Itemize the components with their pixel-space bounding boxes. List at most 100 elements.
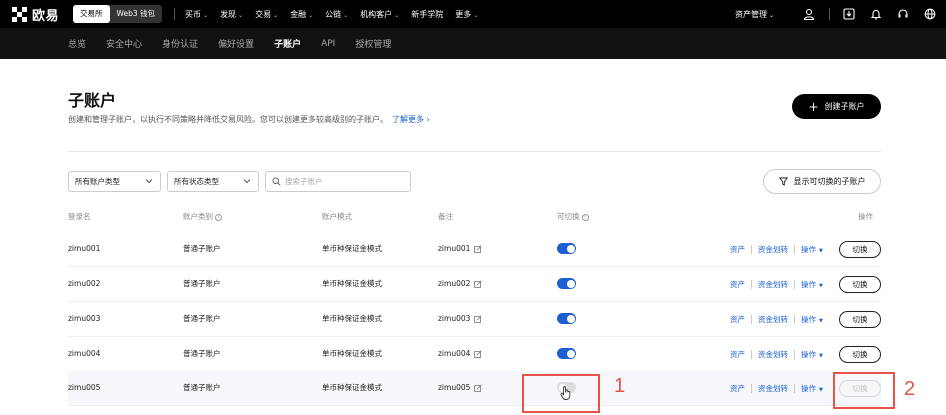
menu-chain[interactable]: 公链 ⌄ (325, 9, 348, 20)
switchable-toggle[interactable] (557, 278, 576, 289)
caret-down-icon: ▼ (819, 317, 823, 324)
mode-exchange[interactable]: 交易所 (73, 5, 110, 23)
switch-account-button[interactable]: 切换 (839, 241, 881, 258)
switch-account-button[interactable]: 切换 (839, 311, 881, 328)
create-button-label: 创建子账户 (824, 102, 865, 111)
account-category: 普通子账户 (183, 349, 221, 358)
table-row: zimu001 普通子账户 单币种保证金模式 zimu001 资产 资金划转 操作 ▼ 切换 (68, 232, 881, 267)
bell-icon[interactable] (868, 6, 884, 22)
mode-switch: 交易所 Web3 钱包 (73, 5, 163, 23)
download-icon[interactable] (841, 6, 857, 22)
operations-menu[interactable]: 操作 ▼ (801, 244, 823, 255)
divider (794, 314, 795, 324)
assets-link[interactable]: 资产 (730, 314, 745, 325)
header-category-label: 账户类别 (183, 212, 213, 221)
divider (751, 279, 752, 289)
chevron-down-icon: ⌄ (394, 11, 400, 19)
login-name: zimu001 (68, 244, 101, 253)
assets-link[interactable]: 资产 (730, 349, 745, 360)
switchable-toggle[interactable] (557, 348, 576, 359)
main-menu: 买币 ⌄ 发现 ⌄ 交易 ⌄ 金融 ⌄ 公链 ⌄ 机构客户 ⌄ 新手学院 更多 ⌄ (185, 9, 490, 20)
chevron-down-icon: ⌄ (238, 11, 244, 19)
asset-management-menu[interactable]: 资产管理 ⌄ (735, 9, 774, 20)
tab-security-center[interactable]: 安全中心 (106, 37, 142, 50)
header-note: 备注 (438, 212, 453, 221)
note-text: zimu003 (438, 314, 471, 323)
tab-overview[interactable]: 总览 (68, 37, 86, 50)
page-title: 子账户 (68, 91, 117, 110)
divider (751, 244, 752, 254)
menu-academy[interactable]: 新手学院 (411, 9, 443, 20)
header-switchable: 可切换 i (557, 211, 589, 222)
annotation-label-1: 1 (614, 375, 626, 397)
assets-link[interactable]: 资产 (730, 383, 745, 394)
transfer-link[interactable]: 资金划转 (758, 314, 788, 325)
note-text: zimu001 (438, 244, 471, 253)
menu-trade[interactable]: 交易 ⌄ (255, 9, 278, 20)
okx-logo-icon (12, 6, 27, 22)
tab-verification[interactable]: 身份认证 (162, 37, 198, 50)
create-sub-account-button[interactable]: + 创建子账户 (792, 94, 881, 119)
status-select[interactable]: 所有状态类型 (167, 171, 259, 192)
login-name: zimu005 (68, 383, 101, 392)
search-icon (272, 177, 281, 186)
transfer-link[interactable]: 资金划转 (758, 349, 788, 360)
menu-buy-crypto[interactable]: 买币 ⌄ (185, 9, 208, 20)
note-text: zimu005 (438, 383, 471, 392)
globe-icon[interactable] (922, 6, 938, 22)
info-icon[interactable]: i (215, 213, 222, 221)
operations-menu[interactable]: 操作 ▼ (801, 279, 823, 290)
assets-link[interactable]: 资产 (730, 244, 745, 255)
description-text: 创建和管理子账户，以执行不同策略并降低交易风险。您可以创建更多较高级别的子账户。 (68, 115, 388, 124)
menu-institutional[interactable]: 机构客户 ⌄ (360, 9, 399, 20)
account-type-select[interactable]: 所有账户类型 (68, 171, 161, 192)
menu-discover[interactable]: 发现 ⌄ (220, 9, 243, 20)
menu-label: 机构客户 (360, 9, 393, 19)
login-name: zimu004 (68, 349, 101, 358)
headset-icon[interactable] (895, 6, 911, 22)
account-mode: 单币种保证金模式 (322, 314, 382, 323)
menu-finance[interactable]: 金融 ⌄ (290, 9, 313, 20)
search-input[interactable] (285, 177, 395, 186)
transfer-link[interactable]: 资金划转 (758, 244, 788, 255)
menu-more[interactable]: 更多 ⌄ (455, 9, 478, 20)
tab-authorization[interactable]: 授权管理 (355, 37, 391, 50)
switchable-toggle[interactable] (557, 313, 576, 324)
account-category: 普通子账户 (183, 314, 221, 323)
edit-icon[interactable] (474, 315, 482, 323)
learn-more-link[interactable]: 了解更多 › (392, 115, 430, 124)
transfer-link[interactable]: 资金划转 (758, 279, 788, 290)
edit-icon[interactable] (474, 245, 482, 253)
mode-web3-wallet[interactable]: Web3 钱包 (110, 5, 163, 23)
note: zimu003 (438, 302, 482, 336)
edit-icon[interactable] (474, 384, 482, 392)
assets-link[interactable]: 资产 (730, 279, 745, 290)
switch-account-button[interactable]: 切换 (839, 346, 881, 363)
logo[interactable]: 欧易 (12, 5, 59, 24)
operations-menu[interactable]: 操作 ▼ (801, 314, 823, 325)
operations-menu[interactable]: 操作 ▼ (801, 349, 823, 360)
tab-api[interactable]: API (321, 39, 335, 49)
show-switchable-button[interactable]: 显示可切换的子账户 (763, 169, 881, 194)
switch-account-button[interactable]: 切换 (839, 276, 881, 293)
row-actions: 资产 资金划转 操作 ▼ (730, 371, 823, 405)
menu-label: 金融 (290, 9, 307, 19)
tab-sub-accounts[interactable]: 子账户 (274, 37, 301, 50)
annotation-box-2 (833, 372, 895, 409)
row-actions: 资产 资金划转 操作 ▼ (730, 302, 823, 336)
chevron-down-icon (243, 179, 251, 184)
switchable-toggle[interactable] (557, 243, 576, 254)
menu-label: 新手学院 (411, 9, 444, 19)
operations-menu[interactable]: 操作 ▼ (801, 383, 823, 394)
edit-icon[interactable] (474, 280, 482, 288)
tab-preferences[interactable]: 偏好设置 (218, 37, 254, 50)
transfer-link[interactable]: 资金划转 (758, 383, 788, 394)
edit-icon[interactable] (474, 350, 482, 358)
info-icon[interactable]: i (581, 213, 589, 221)
account-category: 普通子账户 (183, 383, 221, 392)
divider (794, 244, 795, 254)
user-icon[interactable] (801, 6, 817, 22)
logo-text: 欧易 (32, 8, 60, 24)
account-subnav: 总览 安全中心 身份认证 偏好设置 子账户 API 授权管理 (0, 28, 946, 59)
note-text: zimu002 (438, 279, 471, 288)
